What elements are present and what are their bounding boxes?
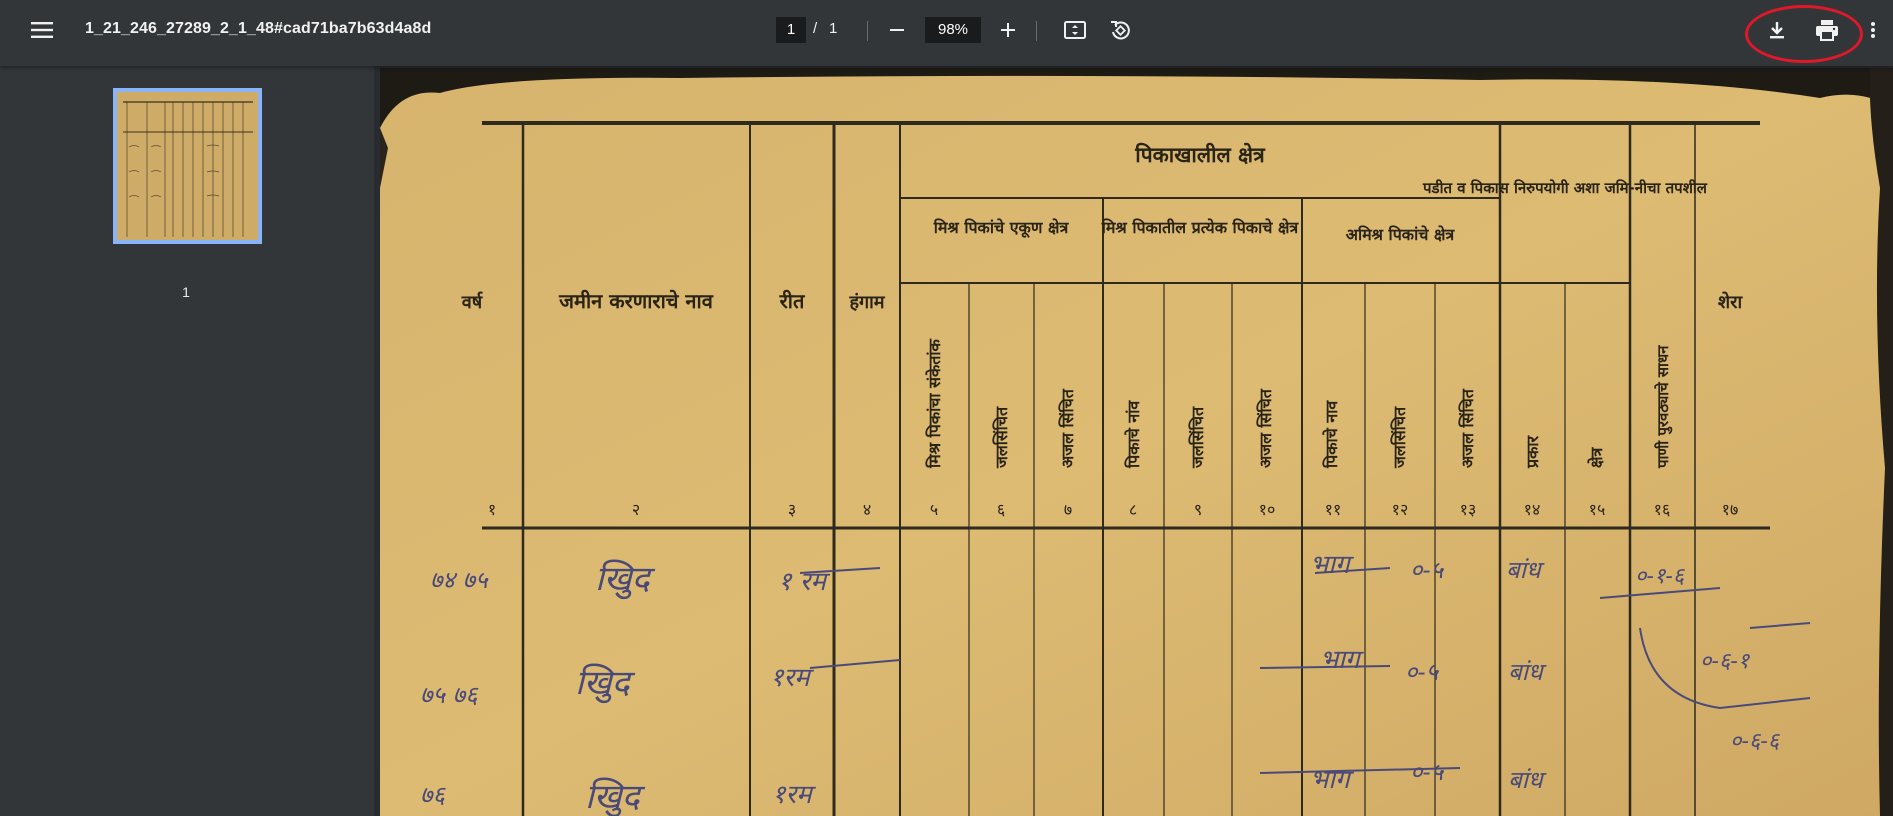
col-label-crop-name-1: पिकाचे नांव: [1124, 400, 1143, 469]
hand-name: खिुद: [575, 663, 636, 704]
thumbnail-preview: [117, 92, 258, 240]
col-num: २: [632, 500, 640, 519]
hand-area: ०-५: [1410, 556, 1445, 584]
hand-note: ०-१-६: [1635, 564, 1686, 589]
col-num: १६: [1654, 500, 1671, 519]
col-label-crop-name-2: पिकाचे नाव: [1322, 400, 1341, 469]
col-num: १०: [1259, 500, 1276, 519]
rotate-counterclockwise-icon: [1111, 21, 1130, 40]
download-icon: [1770, 22, 1784, 39]
hand-area: ०-५: [1405, 658, 1440, 686]
col-num: ११: [1325, 500, 1342, 519]
hand-area: ०-५: [1410, 758, 1445, 786]
more-vertical-icon: [1871, 22, 1875, 38]
download-button[interactable]: [1757, 10, 1797, 50]
hand-kind: बांध: [1508, 658, 1547, 686]
col-label-mixed-code: मिश्र पिकांचा संकेतांक: [925, 338, 944, 469]
hand-note: ०-६-१: [1700, 649, 1751, 674]
print-button[interactable]: [1807, 10, 1847, 50]
hand-method: १रम: [770, 663, 814, 693]
thumbnail-sidebar: 1: [0, 66, 374, 816]
hamburger-menu-icon[interactable]: [22, 10, 62, 50]
hand-year: ७६: [420, 781, 446, 809]
col-num: १३: [1460, 500, 1477, 519]
col-num: ५: [930, 500, 938, 519]
col-label-area: क्षेत्र: [1587, 447, 1606, 468]
thumbnail-label: 1: [182, 284, 190, 300]
col-num: ३: [788, 500, 796, 519]
col-num: ८: [1129, 500, 1137, 519]
toolbar-divider: [1036, 21, 1037, 41]
col-num: ९: [1194, 500, 1202, 519]
col-label-irrigated-3: जलसिंचित: [1390, 406, 1409, 469]
col-label-unirrigated-1: अजल सिंचित: [1058, 388, 1077, 468]
col-num: १२: [1392, 500, 1409, 519]
subgroup-mixed-total: मिश्र पिकांचे एकूण क्षेत्र: [933, 218, 1070, 238]
hand-kind: बांध: [1506, 556, 1545, 584]
rotate-button[interactable]: [1100, 10, 1140, 50]
col-num: ६: [997, 500, 1005, 519]
col-label-year: वर्ष: [461, 291, 483, 313]
total-pages: 1: [829, 20, 838, 37]
scanned-form: पिकाखालील क्षेत्र मिश्र पिकांचे एकूण क्ष…: [380, 68, 1893, 816]
hand-year: ७५ ७६: [420, 681, 479, 709]
col-label-irrigated-2: जलसिंचित: [1188, 406, 1207, 469]
col-label-cultivator: जमीन करणाराचे नाव: [558, 289, 714, 313]
hand-crop: भाग: [1310, 765, 1355, 795]
col-label-method: रीत: [779, 289, 806, 313]
zoom-out-button[interactable]: [877, 10, 917, 50]
col-label-remarks: शेरा: [1718, 291, 1744, 313]
hand-note: ०-६-६: [1730, 729, 1781, 754]
header-crop-area: पिकाखालील क्षेत्र: [1134, 142, 1266, 167]
document-page: पिकाखालील क्षेत्र मिश्र पिकांचे एकूण क्ष…: [380, 68, 1893, 816]
page-thumbnail[interactable]: [113, 88, 262, 244]
col-num: १७: [1722, 500, 1739, 519]
more-options-button[interactable]: [1858, 10, 1888, 50]
zoom-in-button[interactable]: [988, 10, 1028, 50]
col-num: १: [488, 500, 496, 519]
pdf-toolbar: 1_21_246_27289_2_1_48#cad71ba7b63d4a8d 1…: [0, 0, 1893, 66]
col-num: ७: [1064, 500, 1072, 519]
plus-icon: [1001, 23, 1015, 37]
col-label-unirrigated-2: अजल सिंचित: [1256, 388, 1275, 468]
subgroup-mixed-each: मिश्र पिकातील प्रत्येक पिकाचे क्षेत्र: [1101, 218, 1300, 237]
zoom-input[interactable]: 98%: [925, 17, 981, 43]
col-num: १५: [1589, 500, 1606, 519]
fit-to-page-button[interactable]: [1055, 10, 1095, 50]
hand-crop: भाग: [1320, 645, 1365, 675]
hand-year: ७४ ७५: [430, 566, 489, 594]
hand-kind: बांध: [1508, 766, 1547, 794]
hand-crop: भाग: [1310, 550, 1355, 580]
col-label-unirrigated-3: अजल सिंचित: [1458, 388, 1477, 468]
minus-icon: [890, 29, 904, 31]
page-separator: /: [813, 20, 818, 37]
col-label-water-source: पाणी पुरवठ्याचे साधन: [1654, 345, 1673, 469]
col-label-irrigated-1: जलसिंचित: [992, 406, 1011, 469]
print-icon: [1816, 20, 1838, 41]
col-label-season: हंगाम: [848, 292, 885, 313]
col-num: ४: [863, 500, 871, 519]
hand-name: खिुद: [585, 777, 646, 816]
fit-to-page-icon: [1064, 21, 1086, 39]
subgroup-unmixed: अमिश्र पिकांचे क्षेत्र: [1346, 225, 1456, 244]
fallow-header: पडीत व पिकास निरुपयोगी अशा जमि-नीचा तपशी…: [1422, 179, 1708, 197]
current-page-input[interactable]: 1: [776, 17, 806, 43]
toolbar-divider: [867, 21, 868, 41]
hand-name: खिुद: [595, 559, 656, 600]
hand-method: १रम: [772, 780, 816, 810]
document-title: 1_21_246_27289_2_1_48#cad71ba7b63d4a8d: [85, 20, 432, 37]
col-num: १४: [1524, 500, 1541, 519]
col-label-type: प्रकार: [1523, 434, 1542, 469]
